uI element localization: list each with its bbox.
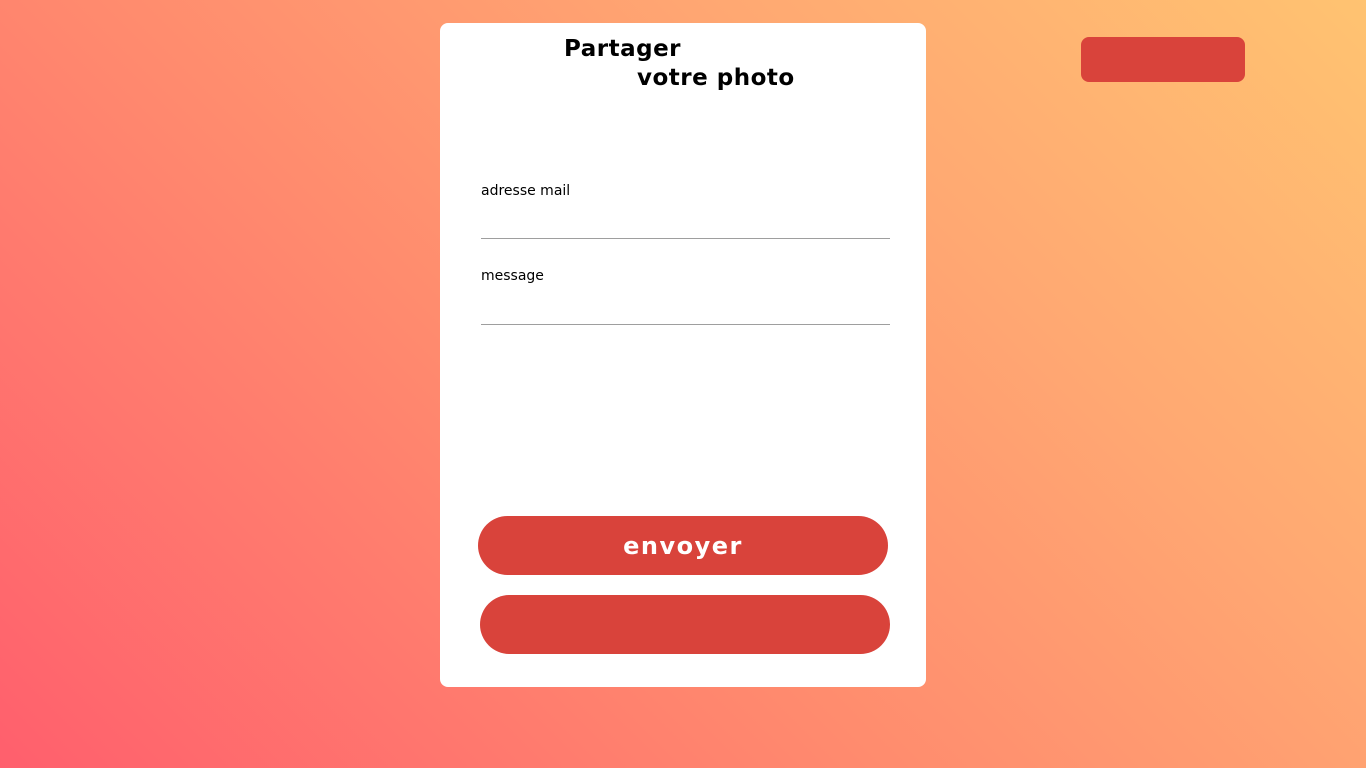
email-label: adresse mail [481, 183, 571, 199]
page-title-line-1: Partager [564, 36, 682, 62]
page-title-line-2: votre photo [637, 65, 795, 91]
share-photo-card: Partager votre photo adresse mail messag… [440, 23, 926, 687]
send-button[interactable]: envoyer [478, 516, 888, 575]
message-field[interactable] [481, 297, 890, 325]
secondary-button[interactable] [480, 595, 890, 654]
email-field[interactable] [481, 211, 890, 239]
top-right-button[interactable] [1081, 37, 1245, 82]
message-label: message [481, 268, 544, 284]
